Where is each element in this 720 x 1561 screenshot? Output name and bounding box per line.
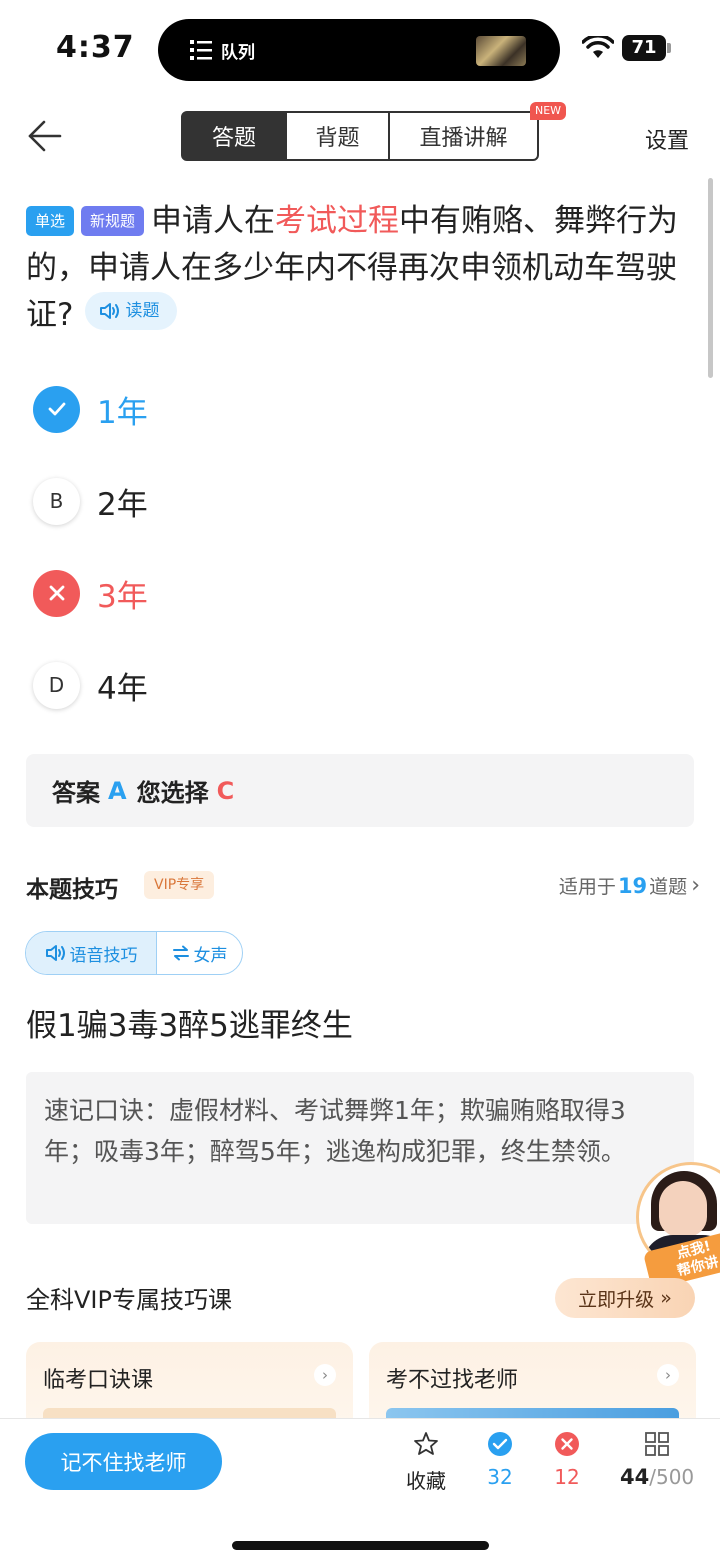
- progress-text: 44/500: [620, 1465, 694, 1489]
- vip-course-title: 全科VIP专属技巧课: [26, 1286, 232, 1314]
- switch-icon: [172, 945, 189, 961]
- correct-count-button[interactable]: 32: [487, 1431, 513, 1489]
- favorite-button[interactable]: 收藏: [406, 1431, 446, 1494]
- cross-circle-icon: [555, 1432, 579, 1456]
- option-c-text: 3年: [97, 578, 148, 615]
- question-text-before: 申请人在: [151, 203, 276, 239]
- status-time: 4:37: [56, 30, 135, 65]
- mnemonic-text: 假1骗3毒3醉5逃罪终生: [26, 1008, 353, 1044]
- question-highlight: 考试过程: [275, 203, 400, 239]
- answer-summary: 答案 A 您选择 C: [26, 754, 694, 827]
- progress-total: /500: [649, 1465, 695, 1489]
- check-icon: [33, 385, 80, 433]
- option-b[interactable]: B 2年: [33, 471, 653, 531]
- tab-answer[interactable]: 答题: [183, 113, 287, 159]
- tab-live-explain[interactable]: 直播讲解: [390, 113, 537, 159]
- read-question-button[interactable]: 读题: [85, 292, 178, 330]
- progress-button[interactable]: 44/500: [620, 1431, 694, 1489]
- correct-count: 32: [487, 1465, 513, 1489]
- voice-tips-label: 语音技巧: [69, 945, 138, 966]
- option-a[interactable]: 1年: [33, 379, 653, 439]
- wrong-count-button[interactable]: 12: [554, 1431, 580, 1489]
- status-bar: 4:37 队列 71: [0, 0, 720, 100]
- battery-tip: [667, 43, 671, 53]
- progress-current: 44: [620, 1465, 650, 1489]
- chosen-value: C: [216, 776, 235, 805]
- course-card-title: 考不过找老师: [386, 1368, 519, 1393]
- chevron-right-icon: ›: [314, 1364, 336, 1386]
- answer-label: 答案: [52, 779, 100, 807]
- upgrade-label: 立即升级: [578, 1288, 655, 1311]
- mode-tabs: 答题 背题 直播讲解: [181, 111, 539, 161]
- check-circle-icon: [488, 1432, 512, 1456]
- applies-suffix: 道题: [649, 876, 688, 898]
- teacher-float-button[interactable]: 点我! 帮你讲: [636, 1162, 720, 1290]
- tab-recite[interactable]: 背题: [287, 113, 390, 159]
- speaker-icon: [45, 945, 65, 961]
- wifi-icon: [582, 36, 614, 58]
- now-playing-label: 队列: [221, 43, 255, 63]
- option-c[interactable]: 3年: [33, 563, 653, 623]
- battery-indicator: 71: [622, 35, 666, 61]
- scrollbar[interactable]: [708, 178, 713, 378]
- voice-switch-button[interactable]: 女声: [157, 932, 242, 974]
- question-text: 单选 新规题 申请人在考试过程中有贿赂、舞弊行为的，申请人在多少年内不得再次申领机动…: [26, 198, 706, 339]
- option-d[interactable]: D 4年: [33, 655, 653, 715]
- chevron-right-icon: ›: [691, 873, 700, 898]
- bottom-bar: 记不住找老师 收藏 32 12 44/500: [0, 1418, 720, 1561]
- double-chevron-icon: »: [660, 1287, 672, 1309]
- applies-count: 19: [617, 873, 648, 898]
- upgrade-button[interactable]: 立即升级 »: [555, 1278, 695, 1318]
- voice-female-label: 女声: [193, 945, 228, 966]
- explanation-box: 速记口诀：虚假材料、考试舞弊1年；欺骗贿赂取得3年；吸毒3年；醉驾5年；逃逸构成…: [26, 1072, 694, 1224]
- back-arrow-icon[interactable]: [22, 114, 66, 158]
- album-cover: [476, 36, 526, 66]
- grid-icon: [645, 1432, 669, 1456]
- chevron-right-icon: ›: [657, 1364, 679, 1386]
- answer-value: A: [108, 776, 127, 805]
- option-a-text: 1年: [97, 394, 148, 431]
- option-b-letter: B: [33, 477, 80, 525]
- voice-tips-group: 语音技巧 女声: [25, 931, 243, 975]
- chosen-label: 您选择: [136, 779, 209, 807]
- course-card-title: 临考口诀课: [43, 1368, 154, 1393]
- settings-button[interactable]: 设置: [645, 123, 689, 155]
- vip-badge: VIP专享: [144, 871, 215, 899]
- option-d-text: 4年: [97, 670, 148, 707]
- star-icon: [414, 1432, 438, 1455]
- ask-teacher-button[interactable]: 记不住找老师: [25, 1433, 222, 1490]
- option-d-letter: D: [33, 661, 80, 709]
- speaker-icon: [100, 303, 120, 319]
- wrong-count: 12: [554, 1465, 580, 1489]
- option-b-text: 2年: [97, 486, 148, 523]
- tips-title: 本题技巧: [26, 877, 118, 903]
- applies-link[interactable]: 适用于 19 道题 ›: [559, 872, 700, 899]
- home-indicator[interactable]: [232, 1541, 489, 1550]
- tag-new-rule: 新规题: [81, 206, 145, 236]
- tag-single-choice: 单选: [26, 206, 75, 236]
- queue-icon: [190, 40, 212, 60]
- voice-tips-button[interactable]: 语音技巧: [26, 932, 157, 974]
- dynamic-island[interactable]: 队列: [158, 19, 560, 81]
- new-badge: NEW: [530, 102, 567, 120]
- read-question-label: 读题: [125, 300, 160, 321]
- favorite-label: 收藏: [406, 1469, 446, 1493]
- applies-prefix: 适用于: [558, 876, 616, 898]
- teacher-face: [659, 1181, 707, 1237]
- cross-icon: [33, 569, 80, 617]
